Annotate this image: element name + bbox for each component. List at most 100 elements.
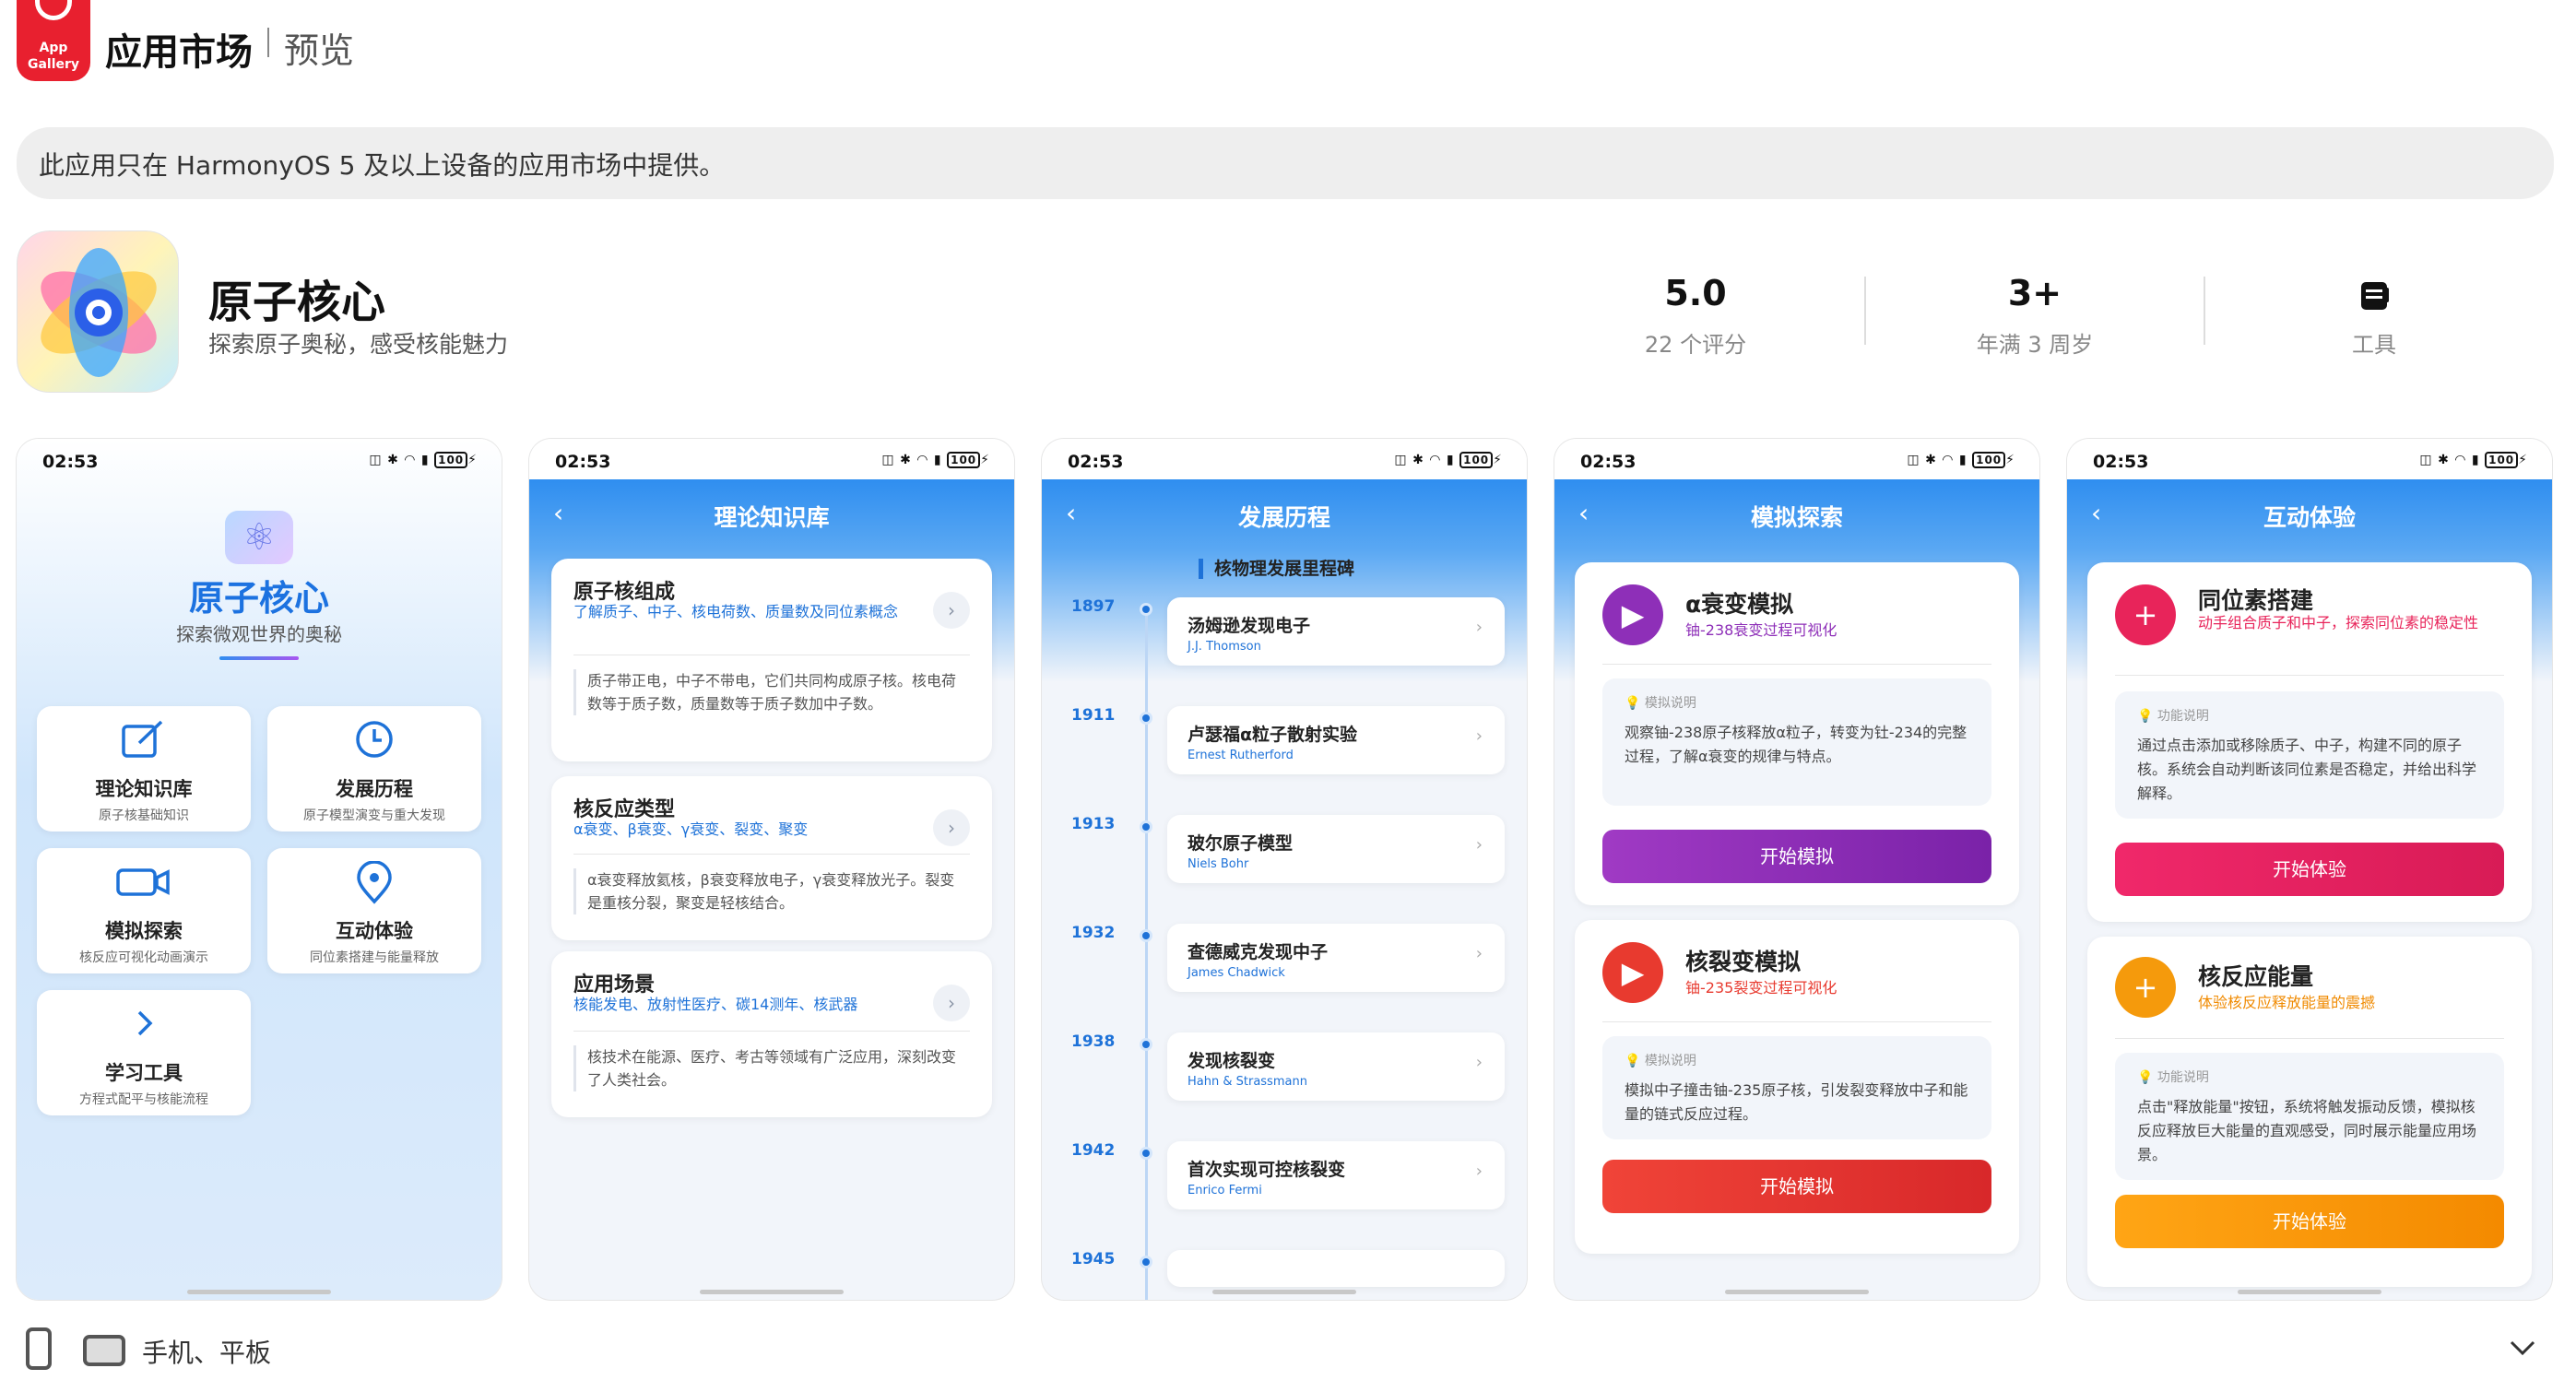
knowledge-card[interactable]: 原子核组成 了解质子、中子、核电荷数、质量数及同位素概念 › 质子带正电，中子不… <box>551 559 992 761</box>
timeline-year: 1913 <box>1071 815 1116 833</box>
event-title: 首次实现可控核裂变 <box>1188 1160 1346 1180</box>
event-title: 查德威克发现中子 <box>1188 942 1329 962</box>
note-text: 观察铀-238原子核释放α粒子，转变为钍-234的完整过程，了解α衰变的规律与特… <box>1625 724 1967 765</box>
card-divider <box>2115 1038 2504 1039</box>
screenshot-interactive[interactable]: 02:53 ◫ ✱ ◠ ▮ 100 ⚡ ‹ 互动体验 + 同位素搭建 动手组合质子… <box>2067 439 2552 1300</box>
status-bar: 02:53 ◫ ✱ ◠ ▮ 100 ⚡ <box>529 439 1014 479</box>
event-title: 发现核裂变 <box>1188 1051 1276 1071</box>
atom-icon <box>41 248 157 377</box>
timeline-card[interactable]: 查德威克发现中子 James Chadwick › <box>1167 924 1505 992</box>
timeline-card[interactable]: 玻尔原子模型 Niels Bohr › <box>1167 815 1505 883</box>
note-text: 点击"释放能量"按钮，系统将触发振动反馈，模拟核反应释放巨大能量的直观感受，同时… <box>2137 1098 2477 1163</box>
card-divider <box>573 1031 970 1032</box>
screenshot-history[interactable]: 02:53 ◫ ✱ ◠ ▮ 100 ⚡ ‹ 发展历程 核物理发展里程碑 1897 … <box>1042 439 1527 1300</box>
event-title: 汤姆逊发现电子 <box>1188 616 1311 636</box>
simulation-card: ▶ 核裂变模拟 铀-235裂变过程可视化 💡 模拟说明 模拟中子撞击铀-235原… <box>1575 920 2019 1254</box>
start-experience-button[interactable]: 开始体验 <box>2115 843 2504 896</box>
note-text: 通过点击添加或移除质子、中子，构建不同的原子核。系统会自动判断该同位素是否稳定，… <box>2137 737 2477 802</box>
timeline-card[interactable] <box>1167 1250 1505 1287</box>
phone-icon <box>26 1327 52 1370</box>
timeline-dot <box>1140 1038 1152 1051</box>
timeline-card[interactable]: 汤姆逊发现电子 J.J. Thomson › <box>1167 597 1505 666</box>
tile-desc: 原子核基础知识 <box>99 808 189 823</box>
section-subtitle: 体验核反应释放能量的震撼 <box>2198 994 2376 1011</box>
tile-title: 发展历程 <box>336 778 413 800</box>
stat-divider <box>1864 277 1866 345</box>
tile-desc: 核反应可视化动画演示 <box>79 950 208 965</box>
screen-title: 理论知识库 <box>714 504 830 531</box>
timeline-year: 1911 <box>1071 706 1116 725</box>
start-simulation-button[interactable]: 开始模拟 <box>1602 1160 1991 1213</box>
status-bar: 02:53 ◫ ✱ ◠ ▮ 100 ⚡ <box>1554 439 2039 479</box>
status-bar: 02:53 ◫ ✱ ◠ ▮ 100 ⚡ <box>2067 439 2552 479</box>
battery-icon: 100 <box>1459 452 1494 468</box>
timeline-line <box>1145 605 1148 1300</box>
category-stat: 工具 <box>2222 273 2526 359</box>
card-desc: α衰变释放氦核，β衰变释放电子，γ衰变释放光子。裂变是重核分裂，聚变是轻核结合。 <box>573 868 964 914</box>
event-person: Ernest Rutherford <box>1188 749 1294 762</box>
screen-title: 发展历程 <box>1237 504 1330 531</box>
tile-interactive[interactable]: 互动体验 同位素搭建与能量释放 <box>267 848 481 973</box>
timeline-dot <box>1140 820 1152 833</box>
timeline-card[interactable]: 卢瑟福α粒子散射实验 Ernest Rutherford › <box>1167 706 1505 774</box>
card-tags: α衰变、β衰变、γ衰变、裂变、聚变 <box>573 820 809 838</box>
chevron-right-icon <box>37 1003 251 1054</box>
tile-desc: 同位素搭建与能量释放 <box>310 950 439 965</box>
timeline-year: 1938 <box>1071 1032 1116 1051</box>
chevron-right-icon[interactable]: › <box>933 809 970 846</box>
status-bar: 02:53 ◫ ✱ ◠ ▮ 100 ⚡ <box>17 439 502 479</box>
battery-icon: 100 <box>1972 452 2006 468</box>
screenshot-knowledge[interactable]: 02:53 ◫ ✱ ◠ ▮ 100 ⚡ ‹ 理论知识库 原子核组成 了解质子、中子… <box>529 439 1014 1300</box>
home-subtitle: 探索微观世界的奥秘 <box>176 623 342 645</box>
tile-history[interactable]: 发展历程 原子模型演变与重大发现 <box>267 706 481 832</box>
timeline-card[interactable]: 首次实现可控核裂变 Enrico Fermi › <box>1167 1141 1505 1209</box>
tile-simulation[interactable]: 模拟探索 核反应可视化动画演示 <box>37 848 251 973</box>
card-divider <box>1602 1021 1991 1022</box>
store-title: 应用市场 <box>105 31 253 74</box>
tile-tools[interactable]: 学习工具 方程式配平与核能流程 <box>37 990 251 1115</box>
event-title: 玻尔原子模型 <box>1188 833 1294 854</box>
chevron-right-icon[interactable]: › <box>933 592 970 629</box>
chevron-down-icon[interactable] <box>2506 1331 2539 1364</box>
card-divider <box>2115 675 2504 676</box>
timeline-year: 1897 <box>1071 597 1116 616</box>
experience-card: + 同位素搭建 动手组合质子和中子，探索同位素的稳定性 💡 功能说明 通过点击添… <box>2087 562 2532 922</box>
start-experience-button[interactable]: 开始体验 <box>2115 1195 2504 1248</box>
age-stat: 3+ 年满 3 周岁 <box>1883 273 2187 359</box>
chevron-right-icon: › <box>1475 1053 1483 1072</box>
tile-title: 学习工具 <box>105 1062 183 1084</box>
card-title: 应用场景 <box>573 973 656 997</box>
screenshot-home[interactable]: 02:53 ◫ ✱ ◠ ▮ 100 ⚡ ⚛ 原子核心 探索微观世界的奥秘 理论知识… <box>17 439 502 1300</box>
timeline-dot <box>1140 1147 1152 1160</box>
edit-icon <box>37 719 251 770</box>
clock-icon <box>267 719 481 770</box>
tile-title: 理论知识库 <box>95 778 193 800</box>
home-indicator <box>1725 1290 1869 1294</box>
section-title: 同位素搭建 <box>2198 587 2314 614</box>
plus-icon: + <box>2115 584 2176 645</box>
section-subtitle: 铀-238衰变过程可视化 <box>1685 621 1837 639</box>
rating-value: 5.0 <box>1664 273 1727 313</box>
status-icons: ◫ ✱ ◠ ▮ 100 ⚡ <box>881 452 990 468</box>
title-divider <box>267 28 269 57</box>
start-simulation-button[interactable]: 开始模拟 <box>1602 830 1991 883</box>
battery-icon: 100 <box>2485 452 2519 468</box>
event-person: Niels Bohr <box>1188 857 1249 871</box>
status-bar: 02:53 ◫ ✱ ◠ ▮ 100 ⚡ <box>1042 439 1527 479</box>
status-time: 02:53 <box>1580 452 1637 472</box>
knowledge-card[interactable]: 应用场景 核能发电、放射性医疗、碳14测年、核武器 › 核技术在能源、医疗、考古… <box>551 951 992 1117</box>
app-gallery-logo[interactable]: App Gallery <box>17 0 90 81</box>
rating-stat: 5.0 22 个评分 <box>1543 273 1848 359</box>
timeline-dot <box>1140 1256 1152 1268</box>
timeline-dot <box>1140 929 1152 942</box>
tile-knowledge[interactable]: 理论知识库 原子核基础知识 <box>37 706 251 832</box>
app-icon <box>17 230 179 393</box>
chevron-right-icon: › <box>1475 726 1483 746</box>
screenshot-simulation[interactable]: 02:53 ◫ ✱ ◠ ▮ 100 ⚡ ‹ 模拟探索 ▶ α衰变模拟 铀-238衰… <box>1554 439 2039 1300</box>
timeline-year: 1942 <box>1071 1141 1116 1160</box>
section-title: 核反应能量 <box>2198 963 2314 990</box>
knowledge-card[interactable]: 核反应类型 α衰变、β衰变、γ衰变、裂变、聚变 › α衰变释放氦核，β衰变释放电… <box>551 776 992 940</box>
timeline-card[interactable]: 发现核裂变 Hahn & Strassmann › <box>1167 1032 1505 1101</box>
tile-desc: 原子模型演变与重大发现 <box>303 808 445 823</box>
chevron-right-icon[interactable]: › <box>933 985 970 1021</box>
